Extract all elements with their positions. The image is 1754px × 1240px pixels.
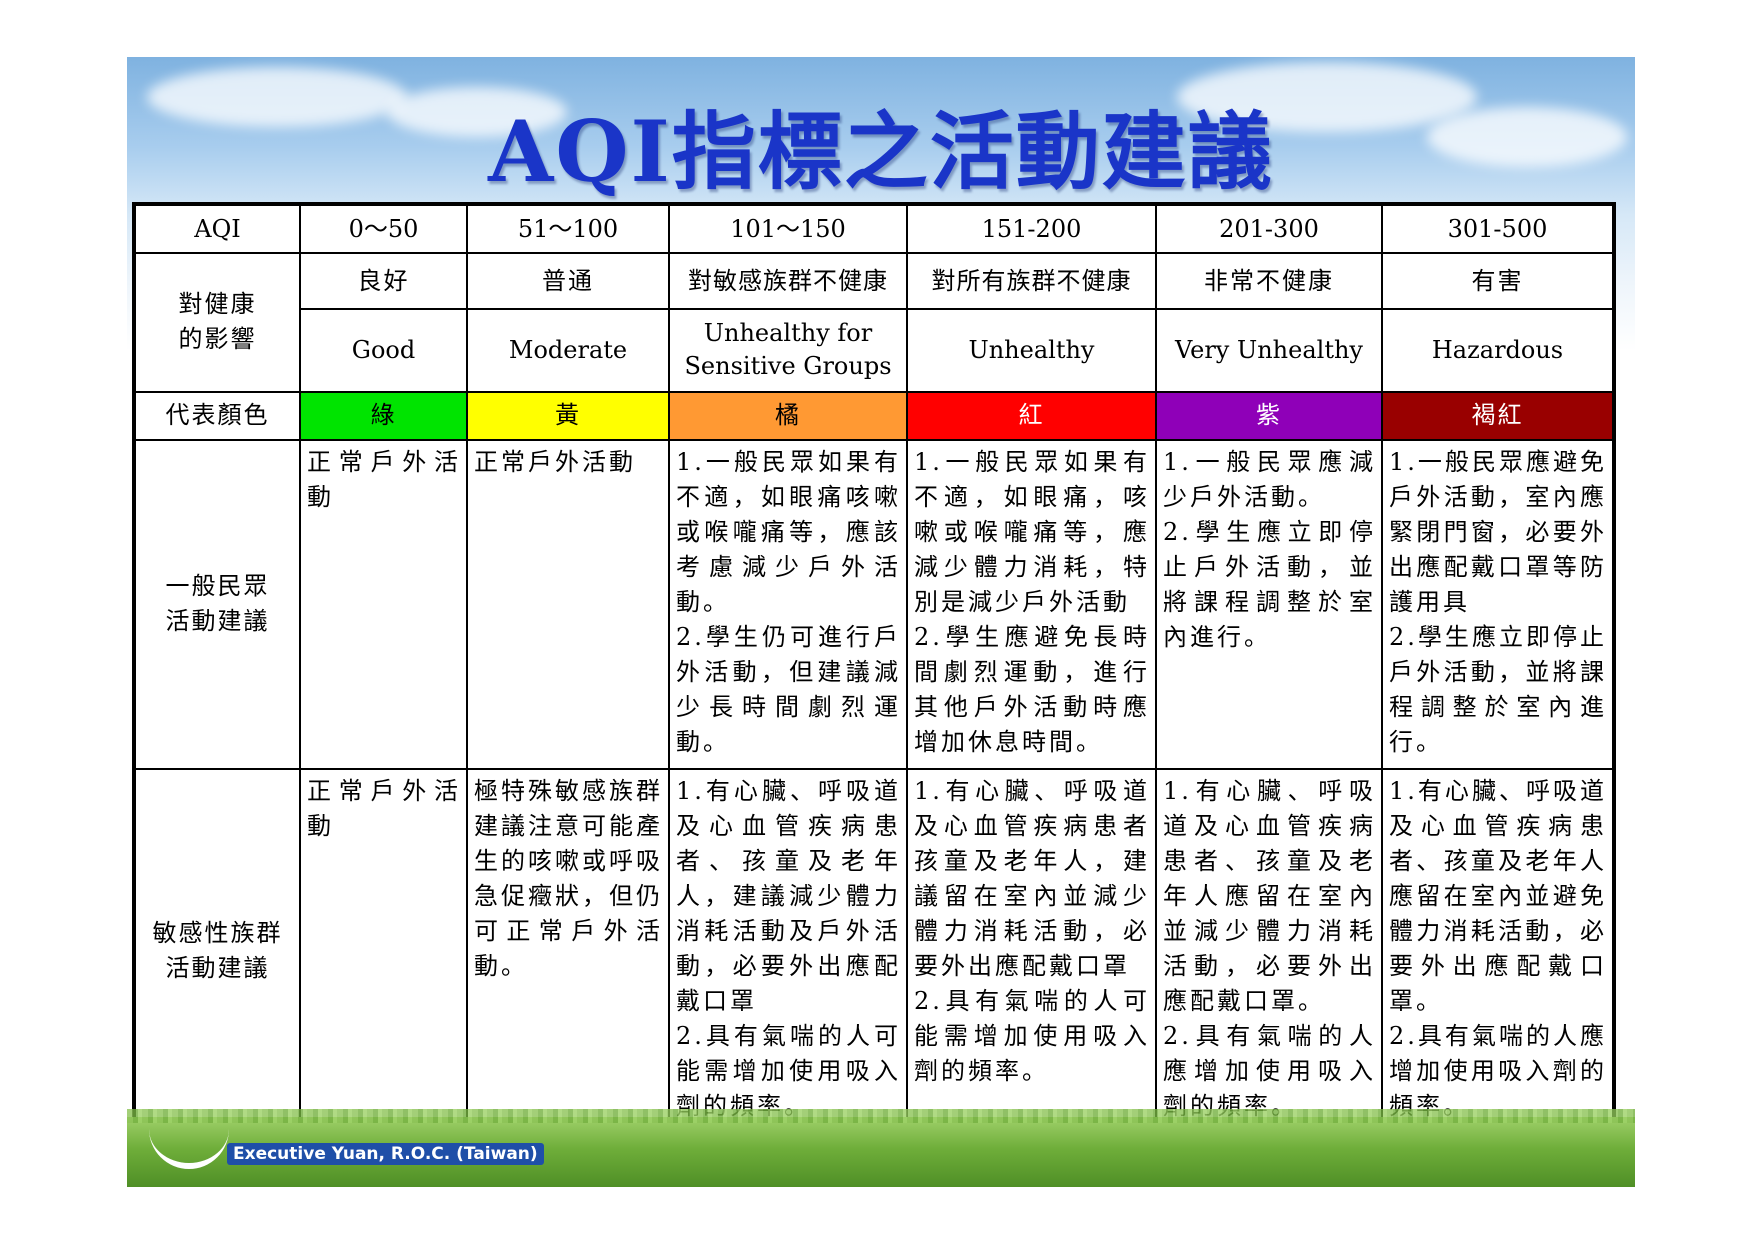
health-label: 對健康 的影響 bbox=[133, 252, 301, 393]
sensitive-advice-cell: 正常戶外活動 bbox=[299, 767, 468, 1136]
sensitive-advice-cell: 1.有心臟、呼吸道及心血管疾病患者孩童及老年人，建議留在室內並減少體力消耗活動，… bbox=[906, 767, 1157, 1136]
health-zh-cell: 對敏感族群不健康 bbox=[668, 252, 908, 311]
color-row: 代表顏色 綠 黃 橘 紅 紫 褐紅 bbox=[133, 390, 1615, 441]
page-title: AQI指標之活動建議 bbox=[488, 102, 1274, 201]
header-cell: 151-200 bbox=[906, 202, 1157, 255]
advice-line: 1.一般民眾如果有不適，如眼痛，咳嗽或喉嚨痛等，應減少體力消耗，特別是減少戶外活… bbox=[914, 447, 1150, 616]
health-zh-cell: 對所有族群不健康 bbox=[906, 252, 1157, 311]
general-advice-cell: 正常戶外活動 bbox=[299, 438, 468, 770]
advice-line: 1.有心臟、呼吸道及心血管疾病患者、孩童及老年人應留在室內並減少體力消耗活動，必… bbox=[1163, 776, 1376, 1015]
advice-line: 1.有心臟、呼吸道及心血管疾病患者、孩童及老年人，建議減少體力消耗活動及戶外活動… bbox=[676, 776, 901, 1015]
health-en-cell: Very Unhealthy bbox=[1155, 308, 1383, 393]
sensitive-advice-cell: 1.有心臟、呼吸道及心血管疾病患者、孩童及老年人應留在室內並減少體力消耗活動，必… bbox=[1155, 767, 1383, 1136]
general-advice-cell: 1.一般民眾如果有不適，如眼痛咳嗽或喉嚨痛等，應該考慮減少戶外活動。 2.學生仍可… bbox=[668, 438, 908, 770]
color-swatch-yellow: 黃 bbox=[466, 390, 670, 441]
header-cell: 51～100 bbox=[466, 202, 670, 255]
header-cell: 0～50 bbox=[299, 202, 468, 255]
health-en-cell: Unhealthy bbox=[906, 308, 1157, 393]
advice-line: 1.一般民眾應避免戶外活動，室內應緊閉門窗，必要外出應配戴口罩等防護用具 bbox=[1389, 447, 1607, 616]
color-swatch-green: 綠 bbox=[299, 390, 468, 441]
color-swatch-maroon: 褐紅 bbox=[1381, 390, 1615, 441]
advice-line: 正常戶外活動 bbox=[474, 447, 636, 476]
advice-line: 2.學生應立即停止戶外活動，並將課程調整於室內進行。 bbox=[1389, 622, 1607, 756]
sensitive-label: 敏感性族群 活動建議 bbox=[133, 767, 301, 1136]
health-zh-cell: 非常不健康 bbox=[1155, 252, 1383, 311]
header-cell: AQI bbox=[133, 202, 301, 255]
color-swatch-purple: 紫 bbox=[1155, 390, 1383, 441]
advice-line: 2.具有氣喘的人可能需增加使用吸入劑的頻率。 bbox=[914, 986, 1150, 1085]
general-advice-cell: 1.一般民眾應避免戶外活動，室內應緊閉門窗，必要外出應配戴口罩等防護用具 2.學生… bbox=[1381, 438, 1615, 770]
health-zh-cell: 良好 bbox=[299, 252, 468, 311]
sensitive-row: 敏感性族群 活動建議 正常戶外活動 極特殊敏感族群建議注意可能產生的咳嗽或呼吸急… bbox=[133, 767, 1615, 1136]
general-advice-cell: 正常戶外活動 bbox=[466, 438, 670, 770]
advice-line: 1.有心臟、呼吸道及心血管疾病患者孩童及老年人，建議留在室內並減少體力消耗活動，… bbox=[914, 776, 1150, 980]
aqi-table: AQI 0～50 51～100 101～150 151-200 201-300 … bbox=[132, 202, 1616, 1136]
advice-line: 1.有心臟、呼吸道及心血管疾病患者、孩童及老年人應留在室內並避免體力消耗活動，必… bbox=[1389, 776, 1607, 1015]
advice-line: 2.學生仍可進行戶外活動，但建議減少長時間劇烈運動。 bbox=[676, 622, 901, 756]
color-swatch-red: 紅 bbox=[906, 390, 1157, 441]
sensitive-advice-cell: 1.有心臟、呼吸道及心血管疾病患者、孩童及老年人應留在室內並避免體力消耗活動，必… bbox=[1381, 767, 1615, 1136]
advice-line: 2.學生應立即停止戶外活動，並將課程調整於室內進行。 bbox=[1163, 517, 1376, 651]
health-zh-cell: 有害 bbox=[1381, 252, 1615, 311]
advice-line: 正常戶外活動 bbox=[307, 776, 461, 840]
health-en-cell: Good bbox=[299, 308, 468, 393]
health-en-row: Good Moderate Unhealthy for Sensitive Gr… bbox=[134, 308, 1615, 393]
header-row: AQI 0～50 51～100 101～150 151-200 201-300 … bbox=[133, 202, 1615, 255]
advice-line: 正常戶外活動 bbox=[307, 447, 461, 511]
advice-line: 1.一般民眾應減少戶外活動。 bbox=[1163, 447, 1376, 511]
general-advice-cell: 1.一般民眾如果有不適，如眼痛，咳嗽或喉嚨痛等，應減少體力消耗，特別是減少戶外活… bbox=[906, 438, 1157, 770]
sensitive-advice-cell: 1.有心臟、呼吸道及心血管疾病患者、孩童及老年人，建議減少體力消耗活動及戶外活動… bbox=[668, 767, 908, 1136]
header-cell: 301-500 bbox=[1381, 202, 1615, 255]
health-en-cell: Moderate bbox=[466, 308, 670, 393]
sensitive-advice-cell: 極特殊敏感族群建議注意可能產生的咳嗽或呼吸急促癥狀，但仍可正常戶外活動。 bbox=[466, 767, 670, 1136]
advice-line: 極特殊敏感族群建議注意可能產生的咳嗽或呼吸急促癥狀，但仍可正常戶外活動。 bbox=[474, 776, 663, 980]
advice-line: 2.學生應避免長時間劇烈運動，進行其他戶外活動時應增加休息時間。 bbox=[914, 622, 1150, 756]
slide: AQI指標之活動建議 AQI 0～50 51～100 101～150 151-2… bbox=[127, 57, 1635, 1187]
color-swatch-orange: 橘 bbox=[668, 390, 908, 441]
general-advice-cell: 1.一般民眾應減少戶外活動。 2.學生應立即停止戶外活動，並將課程調整於室內進行。 bbox=[1155, 438, 1383, 770]
health-zh-row: 對健康 的影響 良好 普通 對敏感族群不健康 對所有族群不健康 非常不健康 有害 bbox=[133, 252, 1615, 393]
health-en-cell: Hazardous bbox=[1381, 308, 1615, 393]
color-label: 代表顏色 bbox=[133, 390, 301, 441]
general-row: 一般民眾 活動建議 正常戶外活動 正常戶外活動 1.一般民眾如果有不適，如眼痛咳… bbox=[133, 438, 1615, 770]
header-cell: 201-300 bbox=[1155, 202, 1383, 255]
general-label: 一般民眾 活動建議 bbox=[133, 438, 301, 770]
health-zh-cell: 普通 bbox=[466, 252, 670, 311]
health-en-cell: Unhealthy for Sensitive Groups bbox=[668, 308, 908, 393]
header-cell: 101～150 bbox=[668, 202, 908, 255]
footer-label: Executive Yuan, R.O.C. (Taiwan) bbox=[227, 1143, 544, 1165]
advice-line: 1.一般民眾如果有不適，如眼痛咳嗽或喉嚨痛等，應該考慮減少戶外活動。 bbox=[676, 447, 901, 616]
